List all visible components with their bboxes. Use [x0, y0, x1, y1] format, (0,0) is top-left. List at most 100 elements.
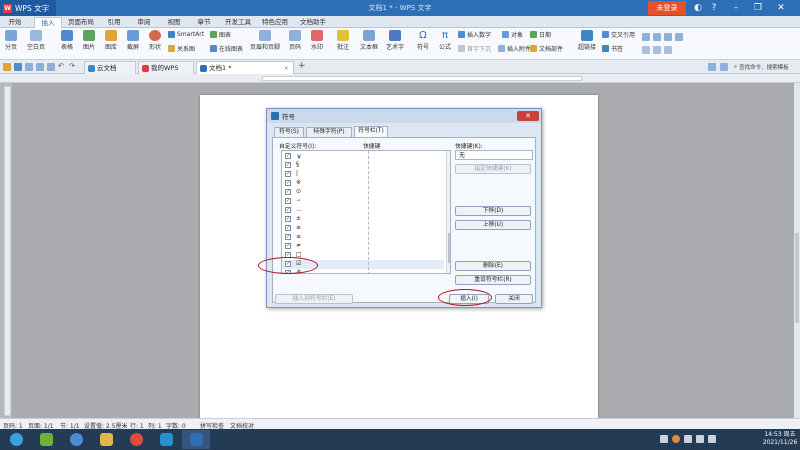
symbol-button[interactable]: Ω 符号 [414, 28, 432, 51]
layout-grid-icon[interactable] [642, 45, 650, 54]
taskbar-app-wps[interactable] [182, 430, 210, 449]
symbol-list-row[interactable]: ✓ ⊙ [282, 188, 444, 197]
smartart-button[interactable]: SmartArt [168, 30, 204, 39]
layout-grid-icon[interactable] [642, 32, 650, 41]
save-icon[interactable] [14, 63, 22, 71]
symbol-checkbox[interactable]: ✓ [285, 243, 291, 249]
chart-button[interactable]: 图表 [210, 30, 231, 39]
tab-cloud-docs[interactable]: 云文档 [84, 61, 136, 74]
reset-symbol-bar-button[interactable]: 重设符号栏(R) [455, 275, 531, 285]
start-button[interactable] [2, 430, 30, 449]
dialog-cancel-button[interactable]: 关闭 [495, 294, 533, 304]
table-button[interactable]: 表格 [58, 28, 76, 51]
new-tab-icon[interactable]: + [298, 61, 306, 71]
menu-tab-developer[interactable]: 开发工具 [222, 17, 254, 28]
tray-icon[interactable] [672, 435, 680, 443]
tray-icon[interactable] [660, 435, 668, 443]
layout-grid-icon[interactable] [653, 45, 661, 54]
preview-icon[interactable] [36, 63, 44, 71]
date-button[interactable]: 日期 [530, 30, 551, 39]
symbol-checkbox[interactable]: ✓ [285, 180, 291, 186]
menu-tab-doc-assistant[interactable]: 文档助手 [296, 17, 330, 28]
shape-button[interactable]: 形状 [146, 28, 164, 51]
taskbar-app-search[interactable] [62, 430, 90, 449]
minimize-icon[interactable]: – [730, 2, 742, 14]
cross-reference-button[interactable]: 交叉引用 [602, 30, 635, 39]
layout-grid-icon[interactable] [675, 32, 683, 41]
symbol-checkbox[interactable]: ✓ [285, 234, 291, 240]
tab-close-icon[interactable]: × [284, 62, 289, 74]
menu-tab-insert[interactable]: 插入 [34, 17, 62, 28]
restore-window-icon[interactable] [708, 63, 716, 71]
symbol-checkbox[interactable]: ✓ [285, 216, 291, 222]
menu-tab-chapter[interactable]: 章节 [192, 17, 216, 28]
symbol-list-row[interactable]: ✓… [282, 206, 444, 215]
skin-icon[interactable]: ◐ [692, 2, 704, 14]
layout-grid-icon[interactable] [664, 45, 672, 54]
taskbar-app-windows[interactable] [32, 430, 60, 449]
textbox-button[interactable]: 文本框 [358, 28, 380, 51]
symbol-list-row[interactable]: ✓ ± [282, 215, 444, 224]
watermark-button[interactable]: 水印 [308, 28, 326, 51]
wordart-button[interactable]: 艺术字 [384, 28, 406, 51]
insert-number-button[interactable]: 插入数字 [458, 30, 491, 39]
symbol-checkbox[interactable]: ✓ [285, 198, 291, 204]
menu-tab-reference[interactable]: 引用 [102, 17, 126, 28]
tab-symbol[interactable]: 符号(S) [274, 127, 304, 137]
tab-symbol-bar[interactable]: 符号栏(T) [354, 126, 388, 137]
menu-tab-view[interactable]: 视图 [162, 17, 186, 28]
vertical-scrollbar[interactable] [794, 83, 800, 418]
tab-special-chars[interactable]: 特殊字符(P) [306, 127, 352, 137]
list-scrollbar[interactable] [446, 151, 450, 273]
menu-tab-features[interactable]: 特色应用 [258, 17, 292, 28]
symbol-checkbox[interactable]: ✓ [285, 153, 291, 159]
command-search[interactable]: ⌕ 查找命令、搜索模板 [734, 62, 798, 72]
app-menu-button[interactable]: W WPS 文字 [0, 0, 56, 16]
network-icon[interactable] [696, 435, 704, 443]
menu-tab-review[interactable]: 审阅 [132, 17, 156, 28]
symbol-checkbox[interactable]: ✓ [285, 225, 291, 231]
comment-button[interactable]: 批注 [334, 28, 352, 51]
tray-icon[interactable] [684, 435, 692, 443]
symbol-checkbox[interactable]: ✓ [285, 189, 291, 195]
open-folder-icon[interactable] [3, 63, 11, 71]
undo-icon[interactable]: ↶ [58, 62, 66, 70]
symbol-list-row[interactable]: ✓ ￥ [282, 152, 444, 161]
move-up-button[interactable]: 上移(U) [455, 220, 531, 230]
taskbar-app-chrome[interactable] [122, 430, 150, 449]
page-break-button[interactable]: 分页 [2, 28, 20, 51]
bookmark-button[interactable]: 书签 [602, 44, 623, 53]
shortcut-field[interactable]: 无 [455, 150, 533, 160]
symbol-list-row[interactable]: ✓ ≤ [282, 233, 444, 242]
picture-button[interactable]: 图片 [80, 28, 98, 51]
insert-attachment-button[interactable]: 插入附件 [498, 44, 531, 53]
restore-icon[interactable]: ❐ [752, 2, 764, 14]
ruler-text-area[interactable] [262, 76, 582, 81]
formula-button[interactable]: π 公式 [436, 28, 454, 51]
close-icon[interactable]: ✕ [775, 2, 787, 14]
blank-page-button[interactable]: 空白页 [24, 28, 48, 51]
symbol-checkbox[interactable]: ✓ [285, 171, 291, 177]
symbol-list-row[interactable]: ✓ § [282, 161, 444, 170]
symbol-list-row[interactable]: ✓ ∽ [282, 197, 444, 206]
gallery-button[interactable]: 图库 [102, 28, 120, 51]
object-button[interactable]: 对象 [502, 30, 523, 39]
scrollbar-thumb[interactable] [795, 233, 799, 323]
login-button[interactable]: 未登录 [648, 1, 686, 15]
symbol-list-row[interactable]: ✓ | [282, 170, 444, 179]
print-icon[interactable] [25, 63, 33, 71]
drop-cap-button[interactable]: 首字下沉 [458, 44, 491, 53]
move-down-button[interactable]: 下移(D) [455, 206, 531, 216]
layout-grid-icon[interactable] [653, 32, 661, 41]
symbol-list-row[interactable]: ✓ ≥ [282, 224, 444, 233]
page-number-button[interactable]: 页码 [286, 28, 304, 51]
panel-icon[interactable] [720, 63, 728, 71]
menu-tab-page-layout[interactable]: 页面布局 [66, 17, 96, 28]
layout-grid-icon[interactable] [664, 32, 672, 41]
tab-document1[interactable]: 文档1 * × [196, 61, 294, 74]
symbol-list-row[interactable]: ✓ ※ [282, 179, 444, 188]
screenshot-button[interactable]: 截屏 [124, 28, 142, 51]
online-chart-button[interactable]: 在线图表 [210, 44, 243, 53]
insert-to-bar-button[interactable]: 插入到符号栏(E) [275, 294, 353, 304]
volume-icon[interactable] [708, 435, 716, 443]
